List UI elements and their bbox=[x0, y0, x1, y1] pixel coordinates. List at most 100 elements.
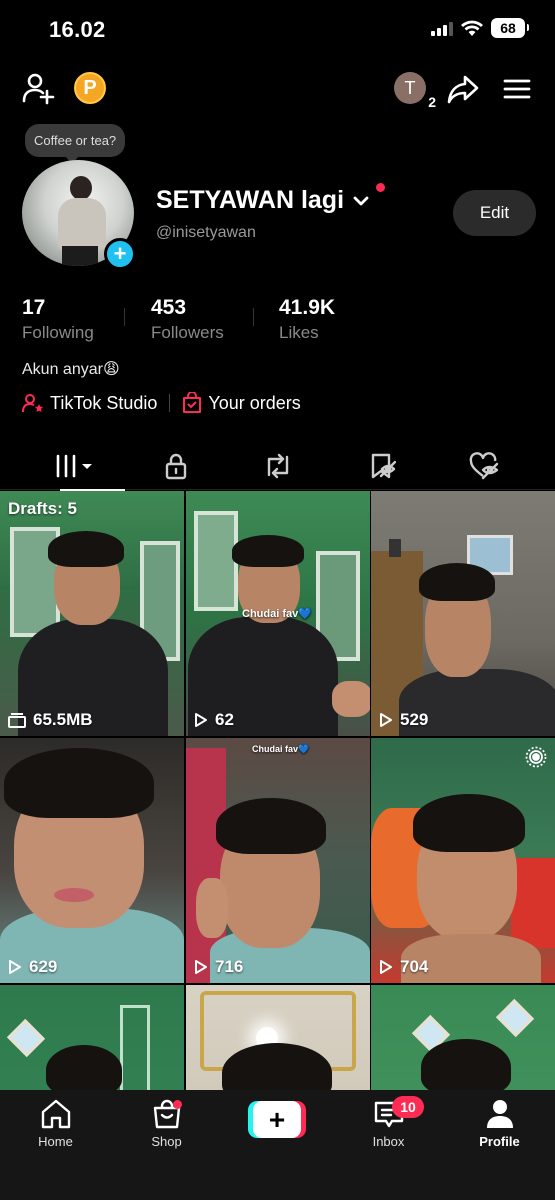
video-grid: Drafts: 5 65.5MB Chudai fav💙 62 529 629 … bbox=[0, 491, 555, 1091]
tile-stats: 65.5MB bbox=[8, 710, 93, 730]
nav-label: Shop bbox=[151, 1134, 182, 1149]
friend-initial: T bbox=[404, 77, 416, 98]
repost-icon bbox=[267, 453, 288, 479]
status-time: 16.02 bbox=[49, 17, 106, 42]
status-bar: 16.02 68 bbox=[0, 0, 555, 60]
play-icon bbox=[195, 713, 207, 727]
tile-count: 529 bbox=[400, 710, 429, 729]
video-tile[interactable] bbox=[186, 985, 370, 1091]
add-friend-icon[interactable] bbox=[20, 70, 56, 106]
notification-dot bbox=[376, 183, 385, 192]
your-orders-link[interactable]: Your orders bbox=[182, 392, 301, 414]
chevron-down-icon bbox=[353, 196, 369, 205]
video-tile[interactable]: 704 bbox=[371, 738, 555, 983]
menu-icon[interactable] bbox=[502, 74, 532, 104]
tab-hidden-favorites[interactable] bbox=[326, 442, 437, 490]
video-tile[interactable] bbox=[371, 985, 555, 1091]
divider bbox=[169, 394, 171, 412]
stat-label: Following bbox=[22, 323, 94, 342]
tab-videos[interactable] bbox=[20, 442, 131, 491]
add-story-button[interactable]: + bbox=[104, 238, 136, 270]
video-tile[interactable]: Drafts: 5 65.5MB bbox=[0, 491, 184, 736]
storage-icon bbox=[8, 713, 26, 728]
nav-shop[interactable]: Shop bbox=[111, 1098, 222, 1149]
status-indicators: 68 bbox=[431, 18, 529, 38]
play-icon bbox=[9, 960, 21, 974]
top-nav: P T 2 bbox=[0, 68, 555, 112]
coin-button[interactable]: P bbox=[74, 72, 106, 104]
edit-profile-button[interactable]: Edit bbox=[453, 190, 536, 236]
nav-label: Home bbox=[38, 1134, 73, 1149]
nav-home[interactable]: Home bbox=[0, 1098, 111, 1149]
friend-avatar: T 2 bbox=[394, 72, 436, 110]
stat-value: 453 bbox=[151, 296, 187, 319]
status-note-bubble[interactable]: Coffee or tea? bbox=[25, 124, 126, 164]
play-icon bbox=[195, 960, 207, 974]
create-button[interactable]: + bbox=[248, 1101, 306, 1138]
profile-icon bbox=[486, 1100, 513, 1128]
battery-icon: 68 bbox=[491, 18, 529, 38]
divider bbox=[253, 308, 254, 326]
tile-count: 716 bbox=[215, 957, 244, 976]
bottom-nav: Home Shop + Inbox 10 Profile bbox=[0, 1090, 555, 1200]
coin-icon: P bbox=[74, 72, 106, 104]
content-tabs bbox=[0, 442, 555, 491]
friends-avatar-button[interactable]: T 2 bbox=[394, 72, 436, 110]
grid-videos-icon bbox=[56, 454, 92, 478]
share-icon[interactable] bbox=[446, 72, 480, 106]
stat-label: Likes bbox=[279, 323, 319, 342]
tile-stats: 629 bbox=[8, 957, 57, 977]
stat-label: Followers bbox=[151, 323, 224, 342]
plus-icon: + bbox=[253, 1101, 301, 1138]
link-label: TikTok Studio bbox=[50, 392, 158, 413]
profile-stats: 17 Following 453 Followers 41.9K Likes bbox=[0, 296, 555, 346]
tile-count: 62 bbox=[215, 710, 234, 729]
tile-count: 65.5MB bbox=[33, 710, 93, 729]
notification-dot bbox=[173, 1100, 182, 1109]
divider bbox=[124, 308, 125, 326]
video-tile[interactable] bbox=[0, 985, 184, 1091]
video-tile[interactable]: 629 bbox=[0, 738, 184, 983]
profile-handle: @inisetyawan bbox=[156, 224, 256, 241]
wifi-icon bbox=[461, 20, 483, 36]
tab-hidden-likes[interactable] bbox=[428, 442, 539, 490]
stat-value: 41.9K bbox=[279, 296, 336, 319]
tile-stats: 716 bbox=[194, 957, 243, 977]
video-tile[interactable]: Chudai fav💙 716 bbox=[186, 738, 370, 983]
lock-icon bbox=[165, 453, 186, 480]
nav-inbox[interactable]: Inbox 10 bbox=[333, 1096, 444, 1149]
play-icon bbox=[380, 960, 392, 974]
drafts-label: Drafts: 5 bbox=[8, 499, 77, 518]
video-tile[interactable]: Chudai fav💙 62 bbox=[186, 491, 370, 736]
bookmark-hidden-icon bbox=[371, 453, 396, 479]
link-label: Your orders bbox=[208, 392, 301, 413]
shopping-bag-icon bbox=[183, 392, 202, 413]
tab-reposts[interactable] bbox=[222, 442, 333, 490]
tile-stats: 529 bbox=[379, 710, 428, 730]
video-caption: Chudai fav💙 bbox=[242, 608, 312, 620]
play-icon bbox=[380, 713, 392, 727]
tile-count: 629 bbox=[29, 957, 58, 976]
stat-value: 17 bbox=[22, 296, 46, 319]
video-caption: Chudai fav💙 bbox=[252, 744, 310, 754]
nav-profile[interactable]: Profile bbox=[444, 1098, 555, 1149]
tile-stats: 62 bbox=[194, 710, 234, 730]
stat-likes[interactable]: 41.9K Likes bbox=[279, 296, 335, 343]
profile-name: SETYAWAN lagi bbox=[156, 186, 345, 214]
tiktok-studio-link[interactable]: TikTok Studio bbox=[22, 393, 157, 414]
profile-name-row[interactable]: SETYAWAN lagi bbox=[156, 183, 385, 215]
tile-stats: 704 bbox=[379, 957, 428, 977]
profile-links: TikTok Studio Your orders bbox=[22, 392, 301, 414]
profile-bio: Akun anyar😩 bbox=[22, 361, 120, 378]
heart-hidden-icon bbox=[469, 452, 498, 480]
signal-icon bbox=[431, 20, 453, 36]
friend-count: 2 bbox=[428, 94, 436, 110]
stat-followers[interactable]: 453 Followers bbox=[151, 296, 224, 343]
nav-label: Profile bbox=[479, 1134, 520, 1149]
stat-following[interactable]: 17 Following bbox=[22, 296, 94, 343]
tab-private[interactable] bbox=[120, 442, 231, 490]
nav-label: Inbox bbox=[372, 1134, 405, 1149]
tile-count: 704 bbox=[400, 957, 429, 976]
studio-icon bbox=[22, 394, 43, 413]
video-tile[interactable]: 529 bbox=[371, 491, 555, 736]
